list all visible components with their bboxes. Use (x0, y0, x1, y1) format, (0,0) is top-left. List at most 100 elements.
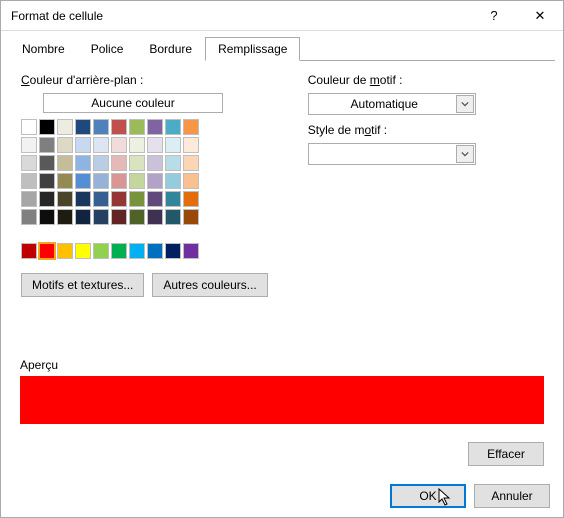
color-swatch[interactable] (21, 209, 37, 225)
color-swatch[interactable] (111, 191, 127, 207)
color-swatch[interactable] (111, 209, 127, 225)
cancel-button[interactable]: Annuler (474, 484, 550, 508)
color-swatch[interactable] (57, 155, 73, 171)
color-swatch[interactable] (93, 119, 109, 135)
color-swatch[interactable] (129, 209, 145, 225)
right-column: Couleur de motif : Automatique Style de … (308, 73, 543, 297)
color-swatch[interactable] (183, 209, 199, 225)
more-colors-button[interactable]: Autres couleurs... (152, 273, 267, 297)
color-swatch[interactable] (165, 137, 181, 153)
color-swatch[interactable] (75, 173, 91, 189)
pattern-color-value: Automatique (313, 97, 456, 111)
color-swatch[interactable] (129, 243, 145, 259)
tab-border[interactable]: Bordure (136, 37, 205, 61)
tab-font[interactable]: Police (78, 37, 137, 61)
color-swatch[interactable] (75, 119, 91, 135)
bg-color-label: Couleur d'arrière-plan : (21, 73, 268, 87)
color-swatch[interactable] (183, 173, 199, 189)
color-swatch[interactable] (165, 119, 181, 135)
pattern-style-combo[interactable] (308, 143, 476, 165)
tab-number[interactable]: Nombre (9, 37, 78, 61)
color-swatch[interactable] (147, 209, 163, 225)
color-swatch[interactable] (147, 155, 163, 171)
color-swatch[interactable] (39, 155, 55, 171)
color-swatch[interactable] (183, 191, 199, 207)
color-swatch[interactable] (75, 191, 91, 207)
ok-button[interactable]: OK (390, 484, 466, 508)
color-swatch[interactable] (147, 119, 163, 135)
color-swatch[interactable] (75, 137, 91, 153)
color-swatch[interactable] (39, 191, 55, 207)
color-swatch[interactable] (93, 243, 109, 259)
color-swatch[interactable] (39, 119, 55, 135)
color-swatch[interactable] (93, 173, 109, 189)
color-swatch[interactable] (21, 137, 37, 153)
tab-fill[interactable]: Remplissage (205, 37, 300, 61)
dialog-footer: OK Annuler (390, 484, 550, 508)
color-swatch[interactable] (111, 155, 127, 171)
color-swatch[interactable] (21, 173, 37, 189)
no-color-button[interactable]: Aucune couleur (43, 93, 223, 113)
color-swatch[interactable] (165, 209, 181, 225)
pattern-color-label: Couleur de motif : (308, 73, 543, 87)
color-swatch[interactable] (93, 191, 109, 207)
clear-button[interactable]: Effacer (468, 442, 544, 466)
color-swatch[interactable] (129, 119, 145, 135)
color-swatch[interactable] (183, 119, 199, 135)
color-swatch[interactable] (21, 155, 37, 171)
pattern-style-post: tif : (371, 123, 387, 137)
color-swatch[interactable] (129, 155, 145, 171)
chevron-down-icon (456, 95, 474, 113)
color-swatch[interactable] (57, 173, 73, 189)
preview-label: Aperçu (20, 358, 544, 372)
close-button[interactable]: ✕ (517, 1, 563, 31)
color-swatch[interactable] (165, 173, 181, 189)
color-swatch[interactable] (147, 243, 163, 259)
color-swatch[interactable] (57, 209, 73, 225)
color-swatch[interactable] (147, 191, 163, 207)
color-swatch[interactable] (57, 191, 73, 207)
color-swatch[interactable] (111, 243, 127, 259)
color-swatch[interactable] (129, 137, 145, 153)
color-swatch[interactable] (93, 209, 109, 225)
color-swatch[interactable] (39, 173, 55, 189)
bg-label-accel: C (21, 73, 30, 87)
preview-box (20, 376, 544, 424)
color-swatch[interactable] (93, 137, 109, 153)
color-swatch[interactable] (39, 243, 55, 259)
color-swatch[interactable] (165, 191, 181, 207)
pattern-color-accel: m (370, 73, 380, 87)
help-button[interactable]: ? (471, 1, 517, 31)
color-swatch[interactable] (75, 155, 91, 171)
color-swatch[interactable] (57, 119, 73, 135)
color-swatch[interactable] (93, 155, 109, 171)
color-swatch[interactable] (111, 173, 127, 189)
color-swatch[interactable] (21, 119, 37, 135)
color-swatch[interactable] (165, 155, 181, 171)
fill-button-row: Motifs et textures... Autres couleurs... (21, 273, 268, 297)
pattern-style-label: Style de motif : (308, 123, 543, 137)
color-swatch[interactable] (183, 155, 199, 171)
pattern-color-combo[interactable]: Automatique (308, 93, 476, 115)
color-swatch[interactable] (39, 137, 55, 153)
color-swatch[interactable] (21, 191, 37, 207)
color-swatch[interactable] (57, 137, 73, 153)
color-swatch[interactable] (129, 191, 145, 207)
color-swatch[interactable] (39, 209, 55, 225)
color-swatch[interactable] (75, 209, 91, 225)
clear-row: Effacer (468, 442, 544, 466)
left-column: Couleur d'arrière-plan : Aucune couleur … (21, 73, 268, 297)
color-swatch[interactable] (111, 137, 127, 153)
color-swatch[interactable] (183, 137, 199, 153)
color-swatch[interactable] (75, 243, 91, 259)
color-swatch[interactable] (129, 173, 145, 189)
color-swatch[interactable] (183, 243, 199, 259)
color-swatch[interactable] (147, 173, 163, 189)
color-swatch[interactable] (57, 243, 73, 259)
fill-effects-button[interactable]: Motifs et textures... (21, 273, 144, 297)
color-swatch[interactable] (147, 137, 163, 153)
color-swatch[interactable] (111, 119, 127, 135)
preview-section: Aperçu (20, 358, 544, 424)
color-swatch[interactable] (21, 243, 37, 259)
color-swatch[interactable] (165, 243, 181, 259)
